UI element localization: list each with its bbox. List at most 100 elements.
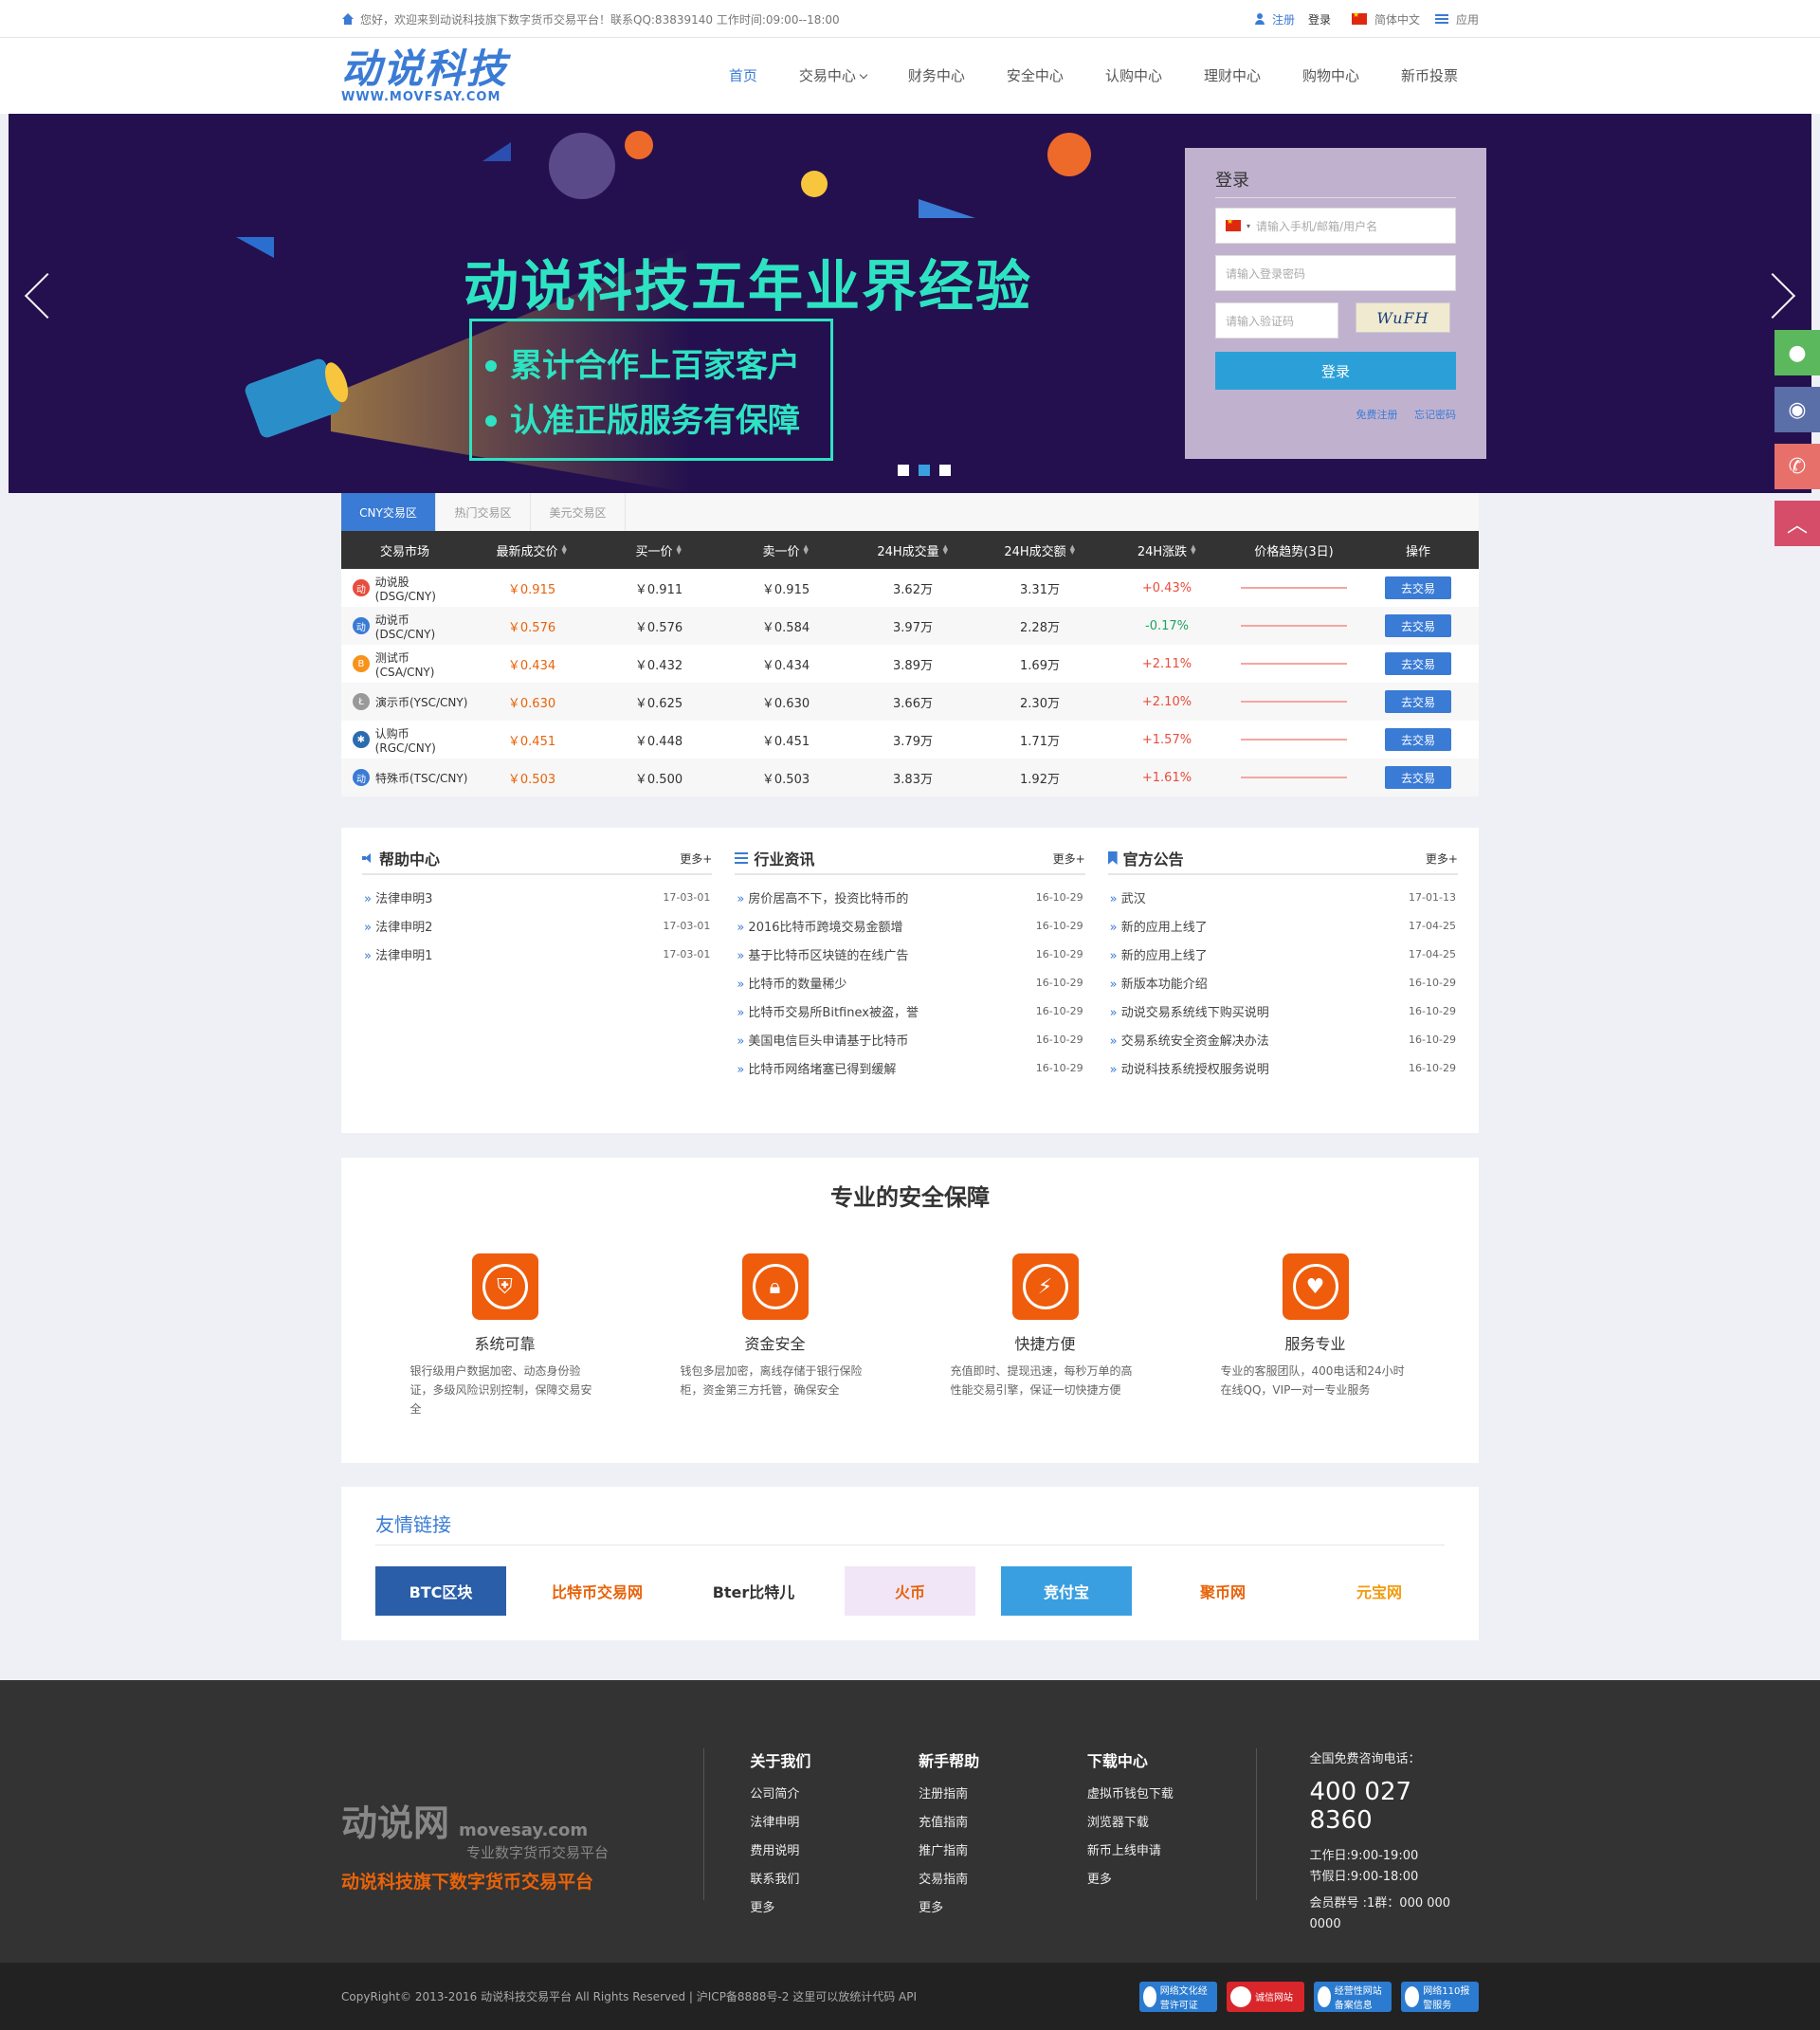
col-last-price[interactable]: 最新成交价 ▲ ▼ <box>468 531 595 569</box>
tab-usd[interactable]: 美元交易区 <box>531 493 626 531</box>
china-flag-icon[interactable] <box>1226 217 1241 231</box>
notice-more-link[interactable]: 更多+ <box>1426 850 1458 867</box>
market-name-cell[interactable]: 动特殊币(TSC/CNY) <box>341 759 468 796</box>
partner-logo[interactable]: BTC区块 <box>375 1566 506 1616</box>
login-button[interactable]: 登录 <box>1215 352 1456 390</box>
partner-logo[interactable]: 比特币交易网 <box>532 1566 663 1616</box>
list-item-title[interactable]: 2016比特币跨境交易金额增 <box>737 917 902 935</box>
carousel-dot-active[interactable] <box>919 465 930 476</box>
trade-button[interactable]: 去交易 <box>1385 728 1451 751</box>
dropdown-caret-icon[interactable]: ▾ <box>1247 222 1250 230</box>
list-item[interactable]: 动说交易系统线下购买说明 16-10-29 <box>1108 997 1458 1025</box>
list-item[interactable]: 美国电信巨头申请基于比特币 16-10-29 <box>735 1025 1084 1053</box>
list-item[interactable]: 交易系统安全资金解决办法 16-10-29 <box>1108 1025 1458 1053</box>
list-item-title[interactable]: 房价居高不下，投资比特币的 <box>737 888 908 906</box>
list-item[interactable]: 新的应用上线了 17-04-25 <box>1108 911 1458 940</box>
home-icon[interactable] <box>341 13 355 25</box>
col-amount[interactable]: 24H成交额 ▲ ▼ <box>976 531 1103 569</box>
carousel-dot[interactable] <box>898 465 909 476</box>
carousel-dot[interactable] <box>939 465 951 476</box>
list-item-title[interactable]: 法律申明2 <box>364 917 432 935</box>
footer-link[interactable]: 更多 <box>919 1894 1087 1923</box>
list-item-title[interactable]: 法律申明3 <box>364 888 432 906</box>
site-logo[interactable]: 动说科技 WWW.MOVFSAY.COM <box>341 48 508 103</box>
footer-link[interactable]: 法律申明 <box>750 1809 919 1838</box>
footer-link[interactable]: 交易指南 <box>919 1866 1087 1894</box>
login-link[interactable]: 登录 <box>1308 11 1331 27</box>
captcha-field[interactable]: 请输入验证码 <box>1215 302 1338 338</box>
list-item-title[interactable]: 法律申明1 <box>364 945 432 963</box>
trust-badge[interactable]: 经营性网站备案信息 <box>1314 1981 1392 2012</box>
forgot-password-link[interactable]: 忘记密码 <box>1414 409 1456 421</box>
language-select[interactable]: 简体中文 <box>1374 11 1420 27</box>
list-item-title[interactable]: 动说交易系统线下购买说明 <box>1110 1002 1269 1020</box>
partner-logo[interactable]: Bter比特儿 <box>688 1566 819 1616</box>
trust-badge[interactable]: 诚信网站 <box>1227 1981 1304 2012</box>
list-item-title[interactable]: 新的应用上线了 <box>1110 945 1208 963</box>
market-name-cell[interactable]: 动动说币(DSC/CNY) <box>341 607 468 645</box>
carousel-prev-arrow-icon[interactable] <box>24 272 71 320</box>
list-item[interactable]: 比特币的数量稀少 16-10-29 <box>735 968 1084 997</box>
list-item[interactable]: 比特币网络堵塞已得到缓解 16-10-29 <box>735 1053 1084 1082</box>
list-item[interactable]: 新的应用上线了 17-04-25 <box>1108 940 1458 968</box>
col-volume[interactable]: 24H成交量 ▲ ▼ <box>849 531 976 569</box>
list-item-title[interactable]: 新的应用上线了 <box>1110 917 1208 935</box>
phone-icon[interactable]: ✆ <box>1774 444 1820 489</box>
trade-button[interactable]: 去交易 <box>1385 576 1451 599</box>
captcha-image[interactable]: WuFH <box>1356 302 1450 333</box>
list-item[interactable]: 房价居高不下，投资比特币的 16-10-29 <box>735 883 1084 911</box>
trade-button[interactable]: 去交易 <box>1385 766 1451 789</box>
footer-link[interactable]: 推广指南 <box>919 1838 1087 1866</box>
footer-link[interactable]: 虚拟币钱包下载 <box>1087 1781 1256 1809</box>
trade-button[interactable]: 去交易 <box>1385 652 1451 675</box>
nav-item-subscribe[interactable]: 认购中心 <box>1084 38 1183 114</box>
list-item-title[interactable]: 动说科技系统授权服务说明 <box>1110 1059 1269 1077</box>
list-item[interactable]: 新版本功能介绍 16-10-29 <box>1108 968 1458 997</box>
trade-button[interactable]: 去交易 <box>1385 614 1451 637</box>
col-change[interactable]: 24H涨跌 ▲ ▼ <box>1103 531 1230 569</box>
nav-item-wealth[interactable]: 理财中心 <box>1183 38 1282 114</box>
password-field[interactable]: 请输入登录密码 <box>1215 255 1456 291</box>
qq-icon[interactable]: ● <box>1774 330 1820 375</box>
back-to-top-icon[interactable]: ︿ <box>1774 501 1820 546</box>
market-name-cell[interactable]: Ł 演示币(YSC/CNY) <box>341 683 468 721</box>
partner-logo[interactable]: 元宝网 <box>1314 1566 1445 1616</box>
group-icon[interactable]: ◉ <box>1774 387 1820 432</box>
apps-link[interactable]: 应用 <box>1456 11 1479 27</box>
list-item[interactable]: 法律申明1 17-03-01 <box>362 940 712 968</box>
footer-link[interactable]: 注册指南 <box>919 1781 1087 1809</box>
partner-logo[interactable]: 火币 <box>845 1566 975 1616</box>
footer-link[interactable]: 充值指南 <box>919 1809 1087 1838</box>
nav-item-vote[interactable]: 新币投票 <box>1380 38 1479 114</box>
nav-item-security[interactable]: 安全中心 <box>986 38 1084 114</box>
footer-link[interactable]: 更多 <box>750 1894 919 1923</box>
help-more-link[interactable]: 更多+ <box>680 850 712 867</box>
list-item-title[interactable]: 新版本功能介绍 <box>1110 974 1208 992</box>
carousel-next-arrow-icon[interactable] <box>1749 272 1796 320</box>
register-link[interactable]: 注册 <box>1272 11 1295 27</box>
list-item-title[interactable]: 比特币的数量稀少 <box>737 974 846 992</box>
col-sell[interactable]: 卖一价 ▲ ▼ <box>722 531 849 569</box>
tab-cny[interactable]: CNY交易区 <box>341 493 436 531</box>
list-item-title[interactable]: 基于比特币区块链的在线广告 <box>737 945 908 963</box>
footer-link[interactable]: 联系我们 <box>750 1866 919 1894</box>
partner-logo[interactable]: 竞付宝 <box>1001 1566 1132 1616</box>
list-item[interactable]: 法律申明3 17-03-01 <box>362 883 712 911</box>
footer-link[interactable]: 费用说明 <box>750 1838 919 1866</box>
nav-item-home[interactable]: 首页 <box>708 38 778 114</box>
nav-item-shop[interactable]: 购物中心 <box>1282 38 1380 114</box>
list-item[interactable]: 武汉 17-01-13 <box>1108 883 1458 911</box>
username-field[interactable]: ▾ 请输入手机/邮箱/用户名 <box>1215 208 1456 244</box>
footer-link[interactable]: 更多 <box>1087 1866 1256 1894</box>
list-item-title[interactable]: 交易系统安全资金解决办法 <box>1110 1031 1269 1049</box>
col-buy[interactable]: 买一价 ▲ ▼ <box>595 531 722 569</box>
trust-badge[interactable]: 网络110报警服务 <box>1401 1981 1479 2012</box>
list-item[interactable]: 比特币交易所Bitfinex被盗，誉 16-10-29 <box>735 997 1084 1025</box>
list-item-title[interactable]: 美国电信巨头申请基于比特币 <box>737 1031 908 1049</box>
industry-more-link[interactable]: 更多+ <box>1053 850 1085 867</box>
partner-logo[interactable]: 聚币网 <box>1157 1566 1288 1616</box>
list-item-title[interactable]: 武汉 <box>1110 888 1146 906</box>
list-item[interactable]: 动说科技系统授权服务说明 16-10-29 <box>1108 1053 1458 1082</box>
market-name-cell[interactable]: ✱ 认购币(RGC/CNY) <box>341 721 468 759</box>
free-register-link[interactable]: 免费注册 <box>1356 409 1398 421</box>
